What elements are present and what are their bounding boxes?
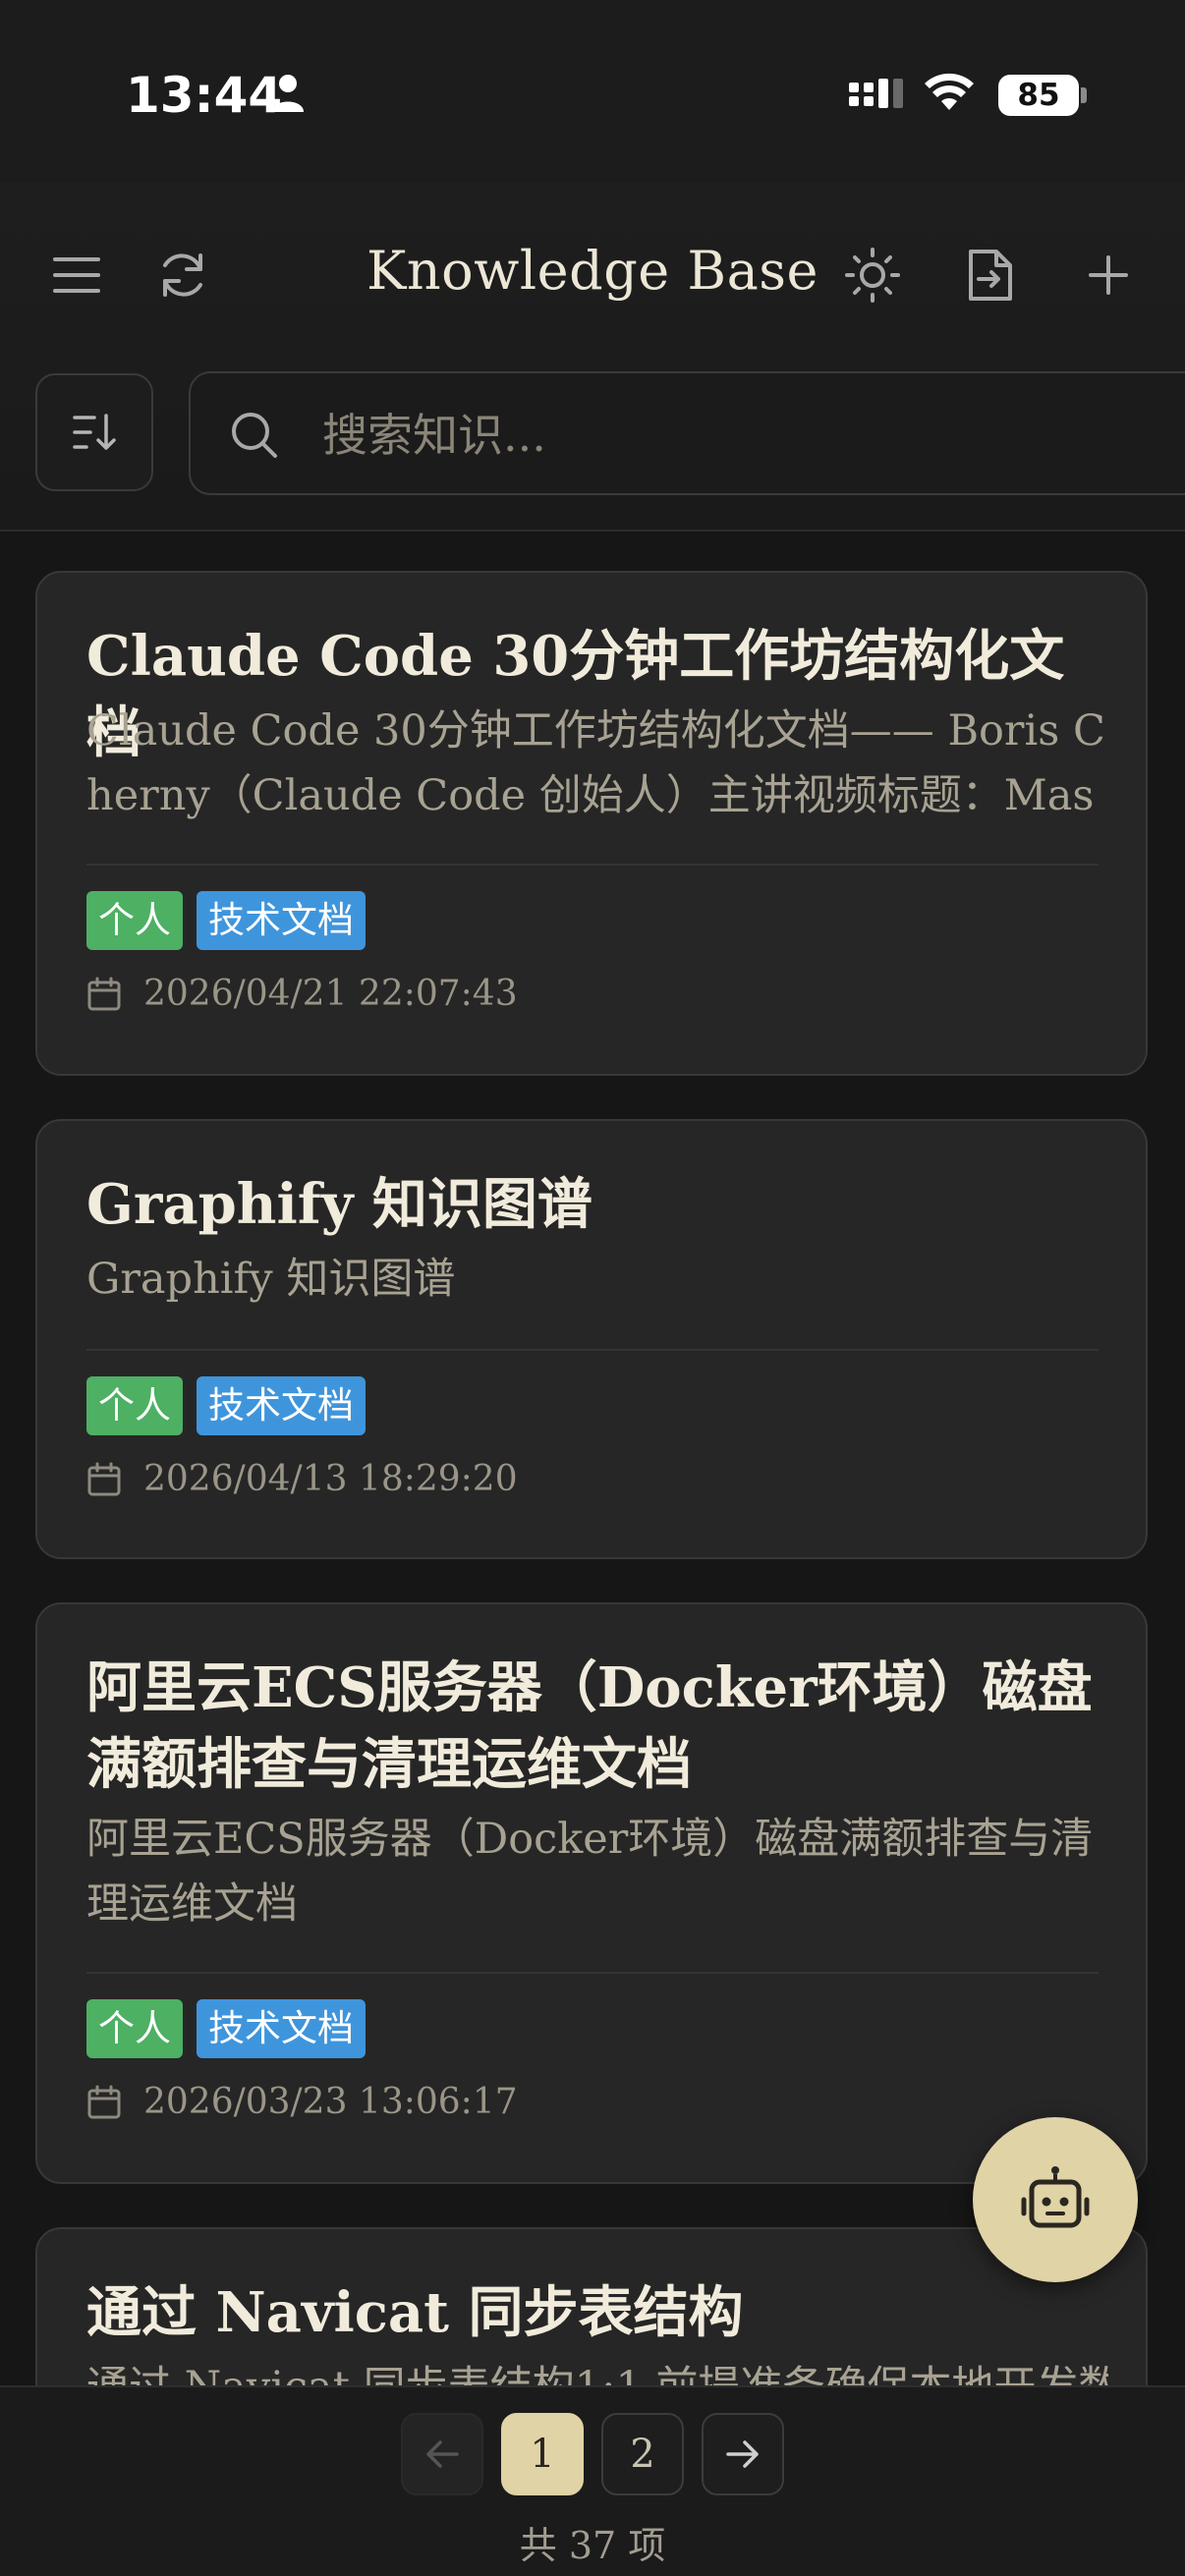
card-date: 2026/03/23 13:06:17 — [143, 2082, 518, 2122]
import-button[interactable] — [961, 246, 1020, 305]
tag-tech-doc[interactable]: 技术文档 — [197, 891, 366, 950]
calendar-icon — [87, 2085, 121, 2118]
knowledge-card[interactable]: 阿里云ECS服务器（Docker环境）磁盘满额排查与清理运维文档 阿里云ECS服… — [35, 1602, 1148, 2184]
refresh-icon — [163, 253, 202, 297]
add-button[interactable] — [1079, 246, 1138, 305]
robot-icon — [1021, 2166, 1090, 2228]
menu-icon — [53, 257, 100, 293]
menu-button[interactable] — [47, 246, 106, 305]
person-icon — [272, 75, 304, 112]
card-summary: Graphify 知识图谱 — [86, 1255, 456, 1304]
calendar-icon — [87, 977, 121, 1010]
card-title: 阿里云ECS服务器（Docker环境）磁盘满额排查与清理运维文档 — [86, 1655, 1093, 1797]
status-bar: 13:44 85 — [0, 0, 1185, 182]
card-date-row: 2026/04/13 18:29:20 — [86, 1459, 518, 1499]
card-title: Graphify 知识图谱 — [86, 1172, 592, 1237]
card-summary: Claude Code 30分钟工作坊结构化文档—— Boris Cherny（… — [86, 706, 1105, 820]
calendar-icon — [87, 1462, 121, 1495]
knowledge-list[interactable]: Claude Code 30分钟工作坊结构化文档 Claude Code 30分… — [0, 532, 1185, 2385]
page-button-1[interactable]: 1 — [501, 2413, 584, 2495]
search-box — [189, 371, 1185, 495]
card-date: 2026/04/13 18:29:20 — [143, 1459, 518, 1499]
prev-page-button[interactable] — [401, 2413, 483, 2495]
sun-icon — [845, 248, 900, 303]
total-count: 共 37 项 — [519, 2524, 666, 2567]
card-summary: 阿里云ECS服务器（Docker环境）磁盘满额排查与清理运维文档 — [86, 1815, 1094, 1929]
plus-icon — [1089, 255, 1128, 295]
card-tags: 个人 技术文档 — [86, 1376, 366, 1435]
tag-personal[interactable]: 个人 — [86, 1376, 183, 1435]
tag-tech-doc[interactable]: 技术文档 — [197, 1999, 366, 2058]
import-icon — [969, 250, 1012, 301]
arrow-left-icon — [426, 2440, 459, 2468]
arrow-right-icon — [726, 2440, 759, 2468]
knowledge-card[interactable]: Graphify 知识图谱 Graphify 知识图谱 个人 技术文档 2026… — [35, 1119, 1148, 1559]
next-page-button[interactable] — [702, 2413, 784, 2495]
wifi-icon — [925, 73, 974, 110]
card-title: 通过 Navicat 同步表结构 — [86, 2280, 744, 2345]
page-button-2[interactable]: 2 — [601, 2413, 684, 2495]
card-summary: 通过 Navicat 同步表结构1:1 前提准备确保本地开发数 — [86, 2355, 1108, 2385]
card-divider — [86, 1972, 1099, 1974]
battery-indicator: 85 — [998, 75, 1079, 116]
card-tags: 个人 技术文档 — [86, 891, 366, 950]
tag-tech-doc[interactable]: 技术文档 — [197, 1376, 366, 1435]
search-input[interactable] — [322, 401, 1167, 470]
knowledge-card[interactable]: Claude Code 30分钟工作坊结构化文档 Claude Code 30分… — [35, 571, 1148, 1076]
card-divider — [86, 864, 1099, 866]
signal-icon — [849, 79, 903, 108]
sort-button[interactable] — [35, 373, 153, 491]
card-date-row: 2026/04/21 22:07:43 — [86, 974, 518, 1014]
knowledge-card[interactable]: 通过 Navicat 同步表结构 通过 Navicat 同步表结构1:1 前提准… — [35, 2227, 1148, 2385]
theme-toggle-button[interactable] — [843, 246, 902, 305]
pagination: 1 2 共 37 项 — [0, 2385, 1185, 2576]
app-title: Knowledge Base — [367, 240, 818, 302]
ai-assistant-button[interactable] — [973, 2117, 1138, 2282]
search-icon — [232, 413, 277, 458]
status-time: 13:44 — [126, 67, 283, 124]
tag-personal[interactable]: 个人 — [86, 1999, 183, 2058]
battery-cap — [1081, 87, 1087, 103]
card-date: 2026/04/21 22:07:43 — [143, 974, 518, 1014]
tag-personal[interactable]: 个人 — [86, 891, 183, 950]
refresh-button[interactable] — [153, 246, 212, 305]
card-divider — [86, 1349, 1099, 1351]
card-date-row: 2026/03/23 13:06:17 — [86, 2082, 518, 2122]
sort-icon — [73, 414, 116, 450]
card-tags: 个人 技术文档 — [86, 1999, 366, 2058]
